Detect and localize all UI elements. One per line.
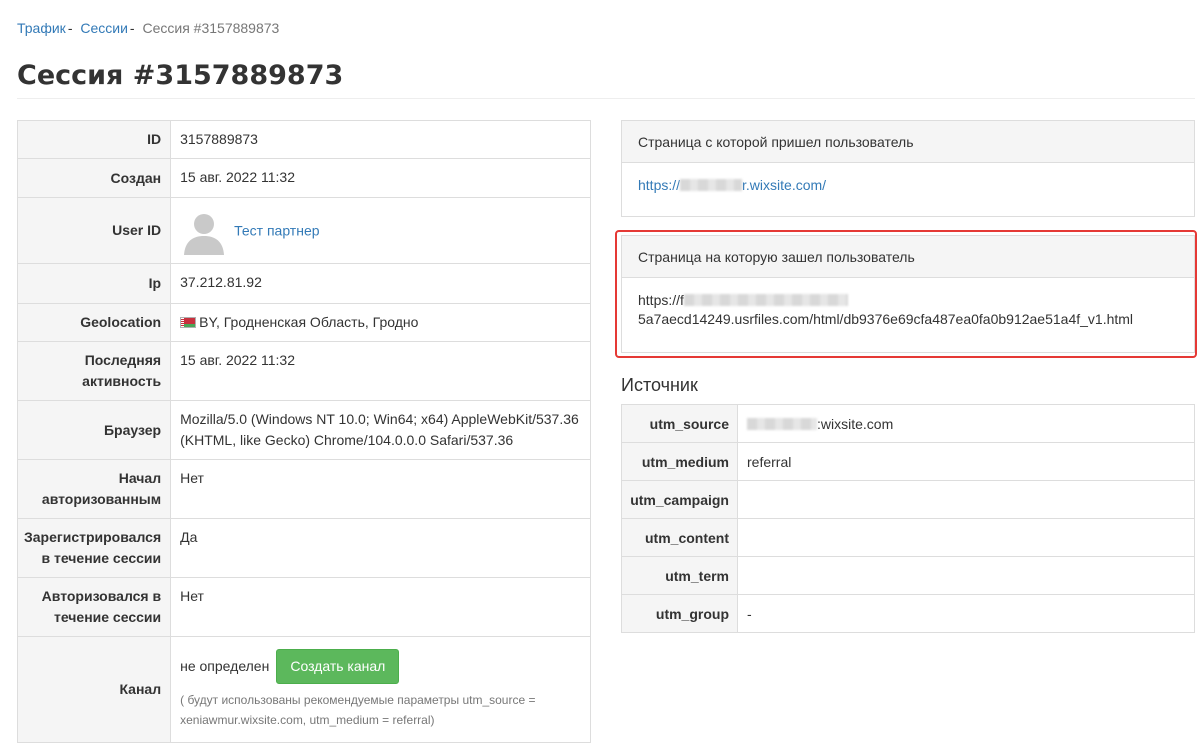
table-row: Последняя активность 15 авг. 2022 11:32 [16,341,591,401]
table-row: utm_group - [621,594,1195,633]
session-page: Трафик - Сессии - Сессия #3157889873 Сесси… [0,0,1200,747]
redacted-blur [747,417,817,430]
user-profile-link[interactable]: Тест партнер [234,222,319,238]
redacted-blur [683,294,848,306]
geolocation-value: BY, Гродненская Область, Гродно [199,314,419,330]
table-row: Зарегистрировался в течение сессии Да [16,518,591,578]
referrer-panel-body: https:// r.wixsite.com/ [622,163,1194,209]
breadcrumb: Трафик - Сессии - Сессия #3157889873 [17,18,279,38]
table-row: utm_medium referral [621,442,1195,481]
utm-medium-label: utm_medium [621,442,738,481]
started-authorized-value: Нет [170,459,591,519]
referrer-panel-title: Страница с которой пришел пользователь [622,121,1194,163]
channel-cell: не определен Создать канал ( будут исполь… [170,636,591,743]
page-title: Сессия #3157889873 [17,60,344,91]
channel-note: ( будут использованы рекомендуемые парам… [180,693,536,727]
utm-content-label: utm_content [621,518,738,557]
session-id-value: 3157889873 [170,120,591,159]
row-label-channel: Канал [16,636,172,743]
user-silhouette-icon [180,206,229,255]
row-label-geolocation: Geolocation [16,303,172,342]
table-row: utm_campaign [621,480,1195,519]
user-cell: Тест партнер [170,197,591,264]
utm-source-value: :wixsite.com [817,415,894,432]
referrer-url-prefix: https:// [638,177,681,193]
registered-value: Да [170,518,591,578]
utm-campaign-value [737,480,1195,519]
table-row: Авторизовался в течение сессии Нет [16,577,591,637]
table-row: Канал не определен Создать канал ( будут … [16,636,591,743]
referrer-url-suffix: r.wixsite.com/ [742,177,827,193]
table-row: utm_source :wixsite.com [621,404,1195,443]
landing-url-line1: https://f [638,291,1178,310]
landing-panel-title: Страница на которую зашел пользователь [622,236,1194,278]
utm-source-cell: :wixsite.com [737,404,1195,443]
breadcrumb-sessions-link[interactable]: Сессии [80,20,128,36]
table-row: utm_term [621,556,1195,595]
row-label-user-id: User ID [16,197,172,264]
utm-source-label: utm_source [621,404,738,443]
last-activity-value: 15 авг. 2022 11:32 [170,341,591,401]
utm-group-value: - [737,594,1195,633]
row-label-browser: Браузер [16,400,172,460]
breadcrumb-traffic-link[interactable]: Трафик [17,20,66,36]
table-row: Ip 37.212.81.92 [16,263,591,304]
table-row: utm_content [621,518,1195,557]
breadcrumb-current: Сессия #3157889873 [142,20,280,36]
utm-content-value [737,518,1195,557]
landing-url-line2: 5a7aecd14249.usrfiles.com/html/db9376e69… [638,311,1134,327]
row-label-registered: Зарегистрировался в течение сессии [16,518,172,578]
source-table: utm_source :wixsite.com utm_medium refer… [621,404,1195,633]
row-label-id: ID [16,120,172,159]
create-channel-button[interactable]: Создать канал [276,649,400,684]
landing-url-start: https://f [638,292,684,308]
channel-value: не определен [180,658,270,674]
table-row: Браузер Mozilla/5.0 (Windows NT 10.0; Wi… [16,400,591,460]
referrer-url-link[interactable]: https:// r.wixsite.com/ [638,177,826,193]
row-label-authorized-in-session: Авторизовался в течение сессии [16,577,172,637]
utm-campaign-label: utm_campaign [621,480,738,519]
geolocation-cell: BY, Гродненская Область, Гродно [170,303,591,342]
table-row: ID 3157889873 [16,120,591,159]
row-label-ip: Ip [16,263,172,304]
landing-panel-body: https://f 5a7aecd14249.usrfiles.com/html… [622,278,1194,343]
row-label-started-authorized: Начал авторизованным [16,459,172,519]
table-row: User ID Тест партнер [16,197,591,264]
utm-group-label: utm_group [621,594,738,633]
belarus-flag-icon [180,317,197,328]
authorized-in-session-value: Нет [170,577,591,637]
landing-panel: Страница на которую зашел пользователь h… [621,235,1195,353]
row-label-last-activity: Последняя активность [16,341,172,401]
utm-medium-value: referral [737,442,1195,481]
created-value: 15 авг. 2022 11:32 [170,158,591,198]
session-info-table: ID 3157889873 Создан 15 авг. 2022 11:32 … [16,120,591,743]
breadcrumb-separator: - [129,20,135,36]
table-row: Начал авторизованным Нет [16,459,591,519]
source-title: Источник [621,375,698,395]
ip-value: 37.212.81.92 [170,263,591,304]
table-row: Создан 15 авг. 2022 11:32 [16,158,591,198]
breadcrumb-separator: - [67,20,73,36]
row-label-created: Создан [16,158,172,198]
redacted-blur [680,179,743,191]
browser-value: Mozilla/5.0 (Windows NT 10.0; Win64; x64… [170,400,591,460]
referrer-panel: Страница с которой пришел пользователь h… [621,120,1195,217]
utm-term-label: utm_term [621,556,738,595]
utm-term-value [737,556,1195,595]
channel-line: не определен Создать канал [180,649,581,684]
table-row: Geolocation BY, Гродненская Область, Гро… [16,303,591,342]
title-divider [17,98,1195,99]
